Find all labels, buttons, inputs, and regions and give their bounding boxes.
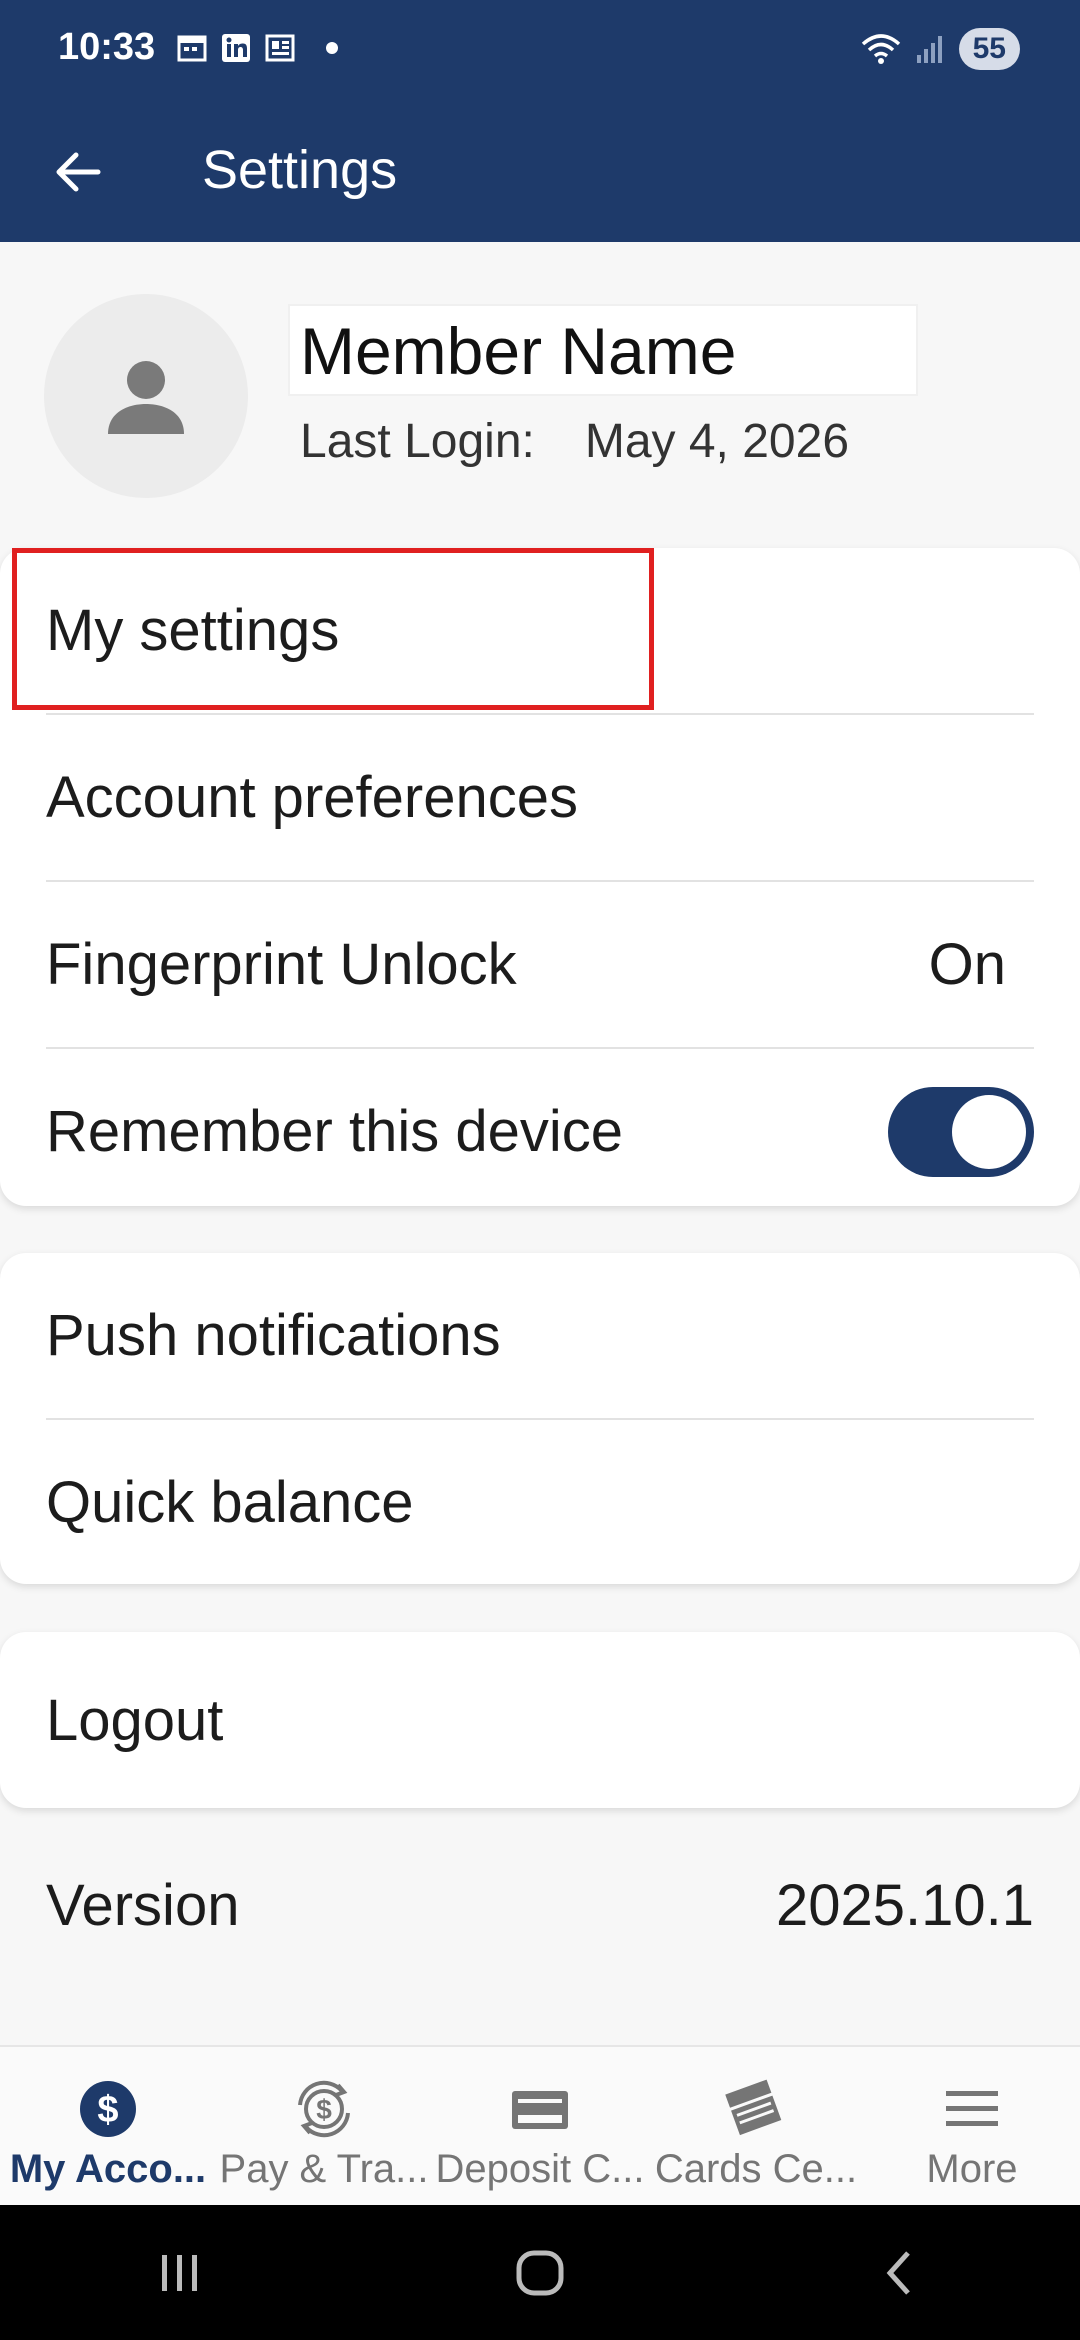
cards-icon <box>725 2079 782 2136</box>
version-label: Version <box>46 1872 240 1938</box>
status-time: 10:33 <box>58 26 156 68</box>
battery-indicator: 55 <box>958 28 1020 70</box>
fingerprint-unlock-value: On <box>928 932 1006 997</box>
transfer-dollar-icon: $ <box>298 2080 350 2138</box>
settings-card-security: My settings Account preferences Fingerpr… <box>0 548 1080 1206</box>
home-button[interactable] <box>510 2243 570 2303</box>
nav-label: Deposit C... <box>435 2147 645 2191</box>
calendar-icon <box>177 35 207 62</box>
fingerprint-unlock-label: Fingerprint Unlock <box>46 932 517 997</box>
system-navigation-bar <box>0 2205 1080 2340</box>
news-icon <box>265 34 295 62</box>
system-back-button[interactable] <box>870 2243 930 2303</box>
quick-balance-item[interactable]: Quick balance <box>46 1420 1034 1585</box>
settings-card-logout: Logout <box>0 1632 1080 1808</box>
nav-label: My Acco... <box>9 2147 207 2191</box>
status-notification-icons <box>176 32 338 64</box>
status-system-icons: 55 <box>861 28 1020 70</box>
remember-device-toggle[interactable] <box>888 1086 1034 1177</box>
status-bar: 10:33 55 <box>0 0 1080 100</box>
nav-pay-transfer[interactable]: $ Pay & Tra... <box>216 2047 432 2207</box>
app-bar: Settings <box>0 100 1080 242</box>
nav-label: Cards Ce... <box>654 2147 858 2191</box>
last-login-label: Last Login: <box>300 415 535 468</box>
remember-device-label: Remember this device <box>46 1099 623 1164</box>
svg-text:$: $ <box>97 2089 118 2131</box>
arrow-left-icon <box>56 152 101 192</box>
quick-balance-label: Quick balance <box>46 1470 414 1535</box>
nav-label: More <box>926 2147 1018 2191</box>
recent-apps-button[interactable] <box>150 2243 210 2303</box>
nav-cards-center[interactable]: Cards Ce... <box>648 2047 864 2207</box>
svg-text:$: $ <box>316 2094 332 2125</box>
bottom-navigation: $ My Acco... $ Pay & Tra... Deposit C... <box>0 2045 1080 2207</box>
person-icon <box>108 361 184 434</box>
version-row: Version 2025.10.1 <box>46 1855 1034 1955</box>
logout-label: Logout <box>46 1687 224 1753</box>
nav-label: Pay & Tra... <box>219 2147 429 2191</box>
profile-header: Member Name Last Login: May 4, 2026 <box>0 242 1080 542</box>
last-login-date: May 4, 2026 <box>584 415 850 468</box>
account-preferences-item[interactable]: Account preferences <box>46 715 1034 882</box>
wifi-icon <box>861 34 900 64</box>
account-preferences-label: Account preferences <box>46 765 578 830</box>
page-title: Settings <box>202 140 398 200</box>
nav-more[interactable]: More <box>864 2047 1080 2207</box>
last-login: Last Login: May 4, 2026 <box>300 414 849 469</box>
push-notifications-label: Push notifications <box>46 1303 501 1368</box>
back-button[interactable] <box>42 136 114 208</box>
my-settings-label: My settings <box>46 598 340 663</box>
signal-icon <box>916 36 942 63</box>
menu-icon <box>946 2091 998 2126</box>
nav-my-accounts[interactable]: $ My Acco... <box>0 2047 216 2207</box>
dollar-circle-icon: $ <box>80 2081 136 2137</box>
remember-device-item: Remember this device <box>46 1049 1034 1214</box>
logout-item[interactable]: Logout <box>46 1632 1034 1808</box>
check-deposit-icon <box>512 2091 568 2129</box>
notification-dot <box>326 42 338 54</box>
my-settings-item[interactable]: My settings <box>46 548 1034 715</box>
toggle-knob <box>952 1094 1026 1169</box>
fingerprint-unlock-item[interactable]: Fingerprint Unlock On <box>46 882 1034 1049</box>
version-value: 2025.10.1 <box>775 1872 1034 1938</box>
member-name: Member Name <box>288 304 918 396</box>
nav-deposit-checks[interactable]: Deposit C... <box>432 2047 648 2207</box>
avatar <box>44 294 248 498</box>
linkedin-icon <box>222 34 250 62</box>
settings-card-notifications: Push notifications Quick balance <box>0 1253 1080 1584</box>
push-notifications-item[interactable]: Push notifications <box>46 1253 1034 1420</box>
